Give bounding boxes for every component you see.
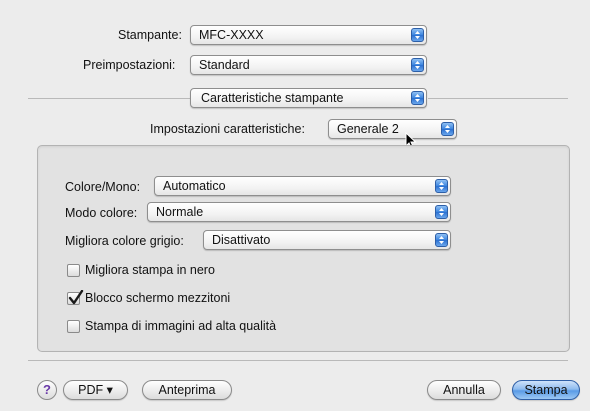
high-quality-label: Stampa di immagini ad alta qualità [85,319,277,333]
enhance-gray-value: Disattivato [212,233,271,247]
feature-set-value: Generale 2 [337,122,399,136]
presets-value: Standard [199,58,250,72]
high-quality-checkbox[interactable] [67,320,80,333]
enhance-gray-stepper-icon [435,233,448,247]
panel-value: Caratteristiche stampante [201,91,344,105]
printer-label: Stampante: [118,28,182,42]
feature-set-popup[interactable]: Generale 2 [328,119,457,139]
printer-stepper-icon [411,28,424,42]
color-mode-stepper-icon [435,205,448,219]
separator-right [428,98,568,99]
presets-popup[interactable]: Standard [190,55,427,75]
feature-set-stepper-icon [441,122,454,136]
enhance-gray-label: Migliora colore grigio: [65,234,184,248]
printer-popup[interactable]: MFC-XXXX [190,25,427,45]
panel-stepper-icon [411,91,424,105]
color-mode-popup[interactable]: Normale [147,202,451,222]
enhance-black-label: Migliora stampa in nero [85,263,215,277]
color-mono-popup[interactable]: Automatico [154,176,451,196]
separator-left [28,98,190,99]
halftone-lock-checkbox[interactable] [67,290,84,305]
printer-value: MFC-XXXX [199,28,264,42]
color-mono-stepper-icon [435,179,448,193]
cancel-button[interactable]: Annulla [427,380,501,400]
color-mono-label: Colore/Mono: [65,180,141,194]
print-button[interactable]: Stampa [512,380,580,400]
presets-stepper-icon [411,58,424,72]
halftone-lock-label: Blocco schermo mezzitoni [85,291,231,305]
footer-separator [28,360,568,361]
pdf-button[interactable]: PDF ▾ [63,380,128,400]
checkmark-icon [68,290,84,305]
color-mono-value: Automatico [163,179,226,193]
feature-set-label: Impostazioni caratteristiche: [150,122,305,136]
preview-button[interactable]: Anteprima [142,380,232,400]
enhance-gray-popup[interactable]: Disattivato [203,230,451,250]
panel-popup[interactable]: Caratteristiche stampante [190,88,427,108]
enhance-black-checkbox[interactable] [67,264,80,277]
help-button[interactable]: ? [37,380,57,400]
presets-label: Preimpostazioni: [83,58,176,72]
color-mode-label: Modo colore: [65,206,138,220]
color-mode-value: Normale [156,205,204,219]
